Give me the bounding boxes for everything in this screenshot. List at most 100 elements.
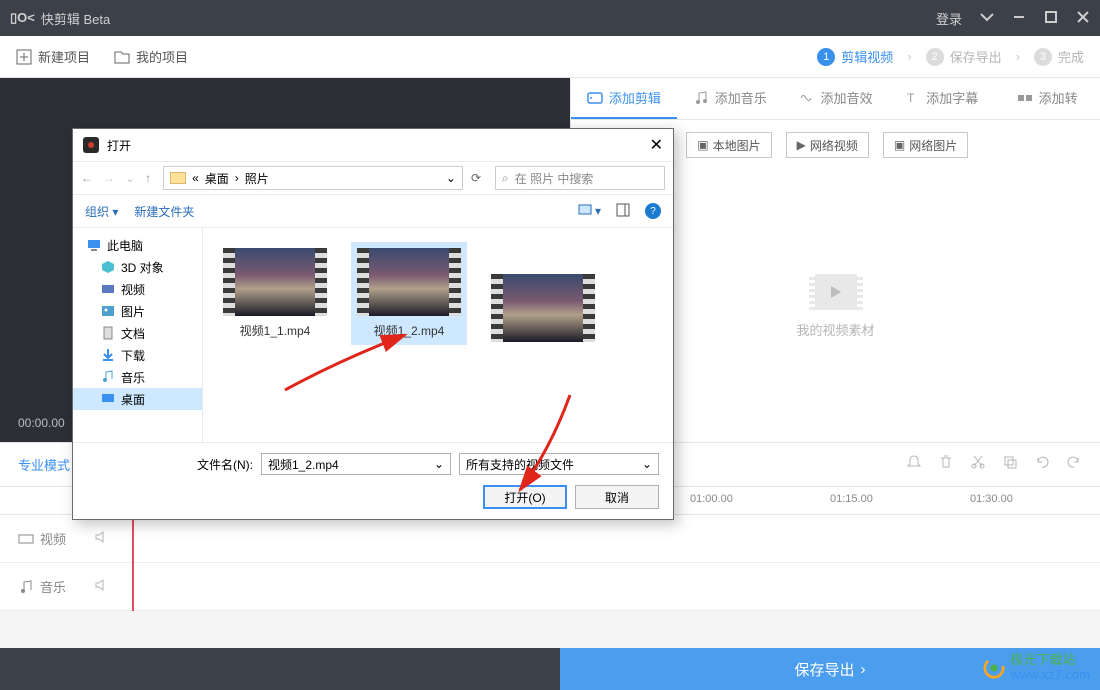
breadcrumb-path[interactable]: « 桌面 › 照片 ⌄	[163, 166, 463, 190]
playhead[interactable]	[132, 515, 134, 611]
menu-icon[interactable]	[980, 10, 994, 27]
new-project-button[interactable]: 新建项目	[16, 47, 90, 66]
tab-add-sfx[interactable]: 添加音效	[783, 78, 889, 119]
file-open-dialog: 打开 ✕ ← → ⌄ ↑ « 桌面 › 照片 ⌄ ⟳ ⌕ 在 照片 中搜索 组织…	[72, 128, 674, 520]
search-placeholder: 在 照片 中搜索	[515, 170, 594, 187]
nav-arrows: ← → ⌄ ↑	[81, 171, 151, 185]
file-item[interactable]: 视频1_1.mp4	[217, 242, 333, 345]
cancel-button[interactable]: 取消	[575, 485, 659, 509]
dialog-nav: ← → ⌄ ↑ « 桌面 › 照片 ⌄ ⟳ ⌕ 在 照片 中搜索	[73, 161, 673, 195]
file-item[interactable]	[485, 242, 601, 328]
maximize-icon[interactable]	[1044, 10, 1058, 27]
volume-icon[interactable]	[94, 529, 110, 548]
sidebar-videos[interactable]: 视频	[73, 278, 202, 300]
file-thumbnail	[223, 248, 327, 316]
view-mode-menu[interactable]: ▾	[577, 203, 601, 219]
sidebar-pc[interactable]: 此电脑	[73, 234, 202, 256]
new-project-label: 新建项目	[38, 47, 90, 66]
sidebar-downloads[interactable]: 下载	[73, 344, 202, 366]
subtab-web-video[interactable]: ▶网络视频	[786, 132, 869, 158]
panel-tabs: 添加剪辑 添加音乐 添加音效 T 添加字幕 添加转	[571, 78, 1100, 120]
tab-add-clip[interactable]: 添加剪辑	[571, 78, 677, 119]
folder-icon	[170, 172, 186, 184]
watermark-icon	[983, 657, 1005, 679]
savebar-left	[0, 648, 560, 690]
svg-text:T: T	[907, 91, 915, 105]
forward-icon[interactable]: →	[103, 171, 115, 185]
wizard-step-3[interactable]: 3 完成	[1034, 47, 1084, 66]
dialog-close-icon[interactable]: ✕	[650, 135, 663, 155]
dialog-sidebar: 此电脑 3D 对象 视频 图片 文档 下载	[73, 228, 203, 442]
dialog-search[interactable]: ⌕ 在 照片 中搜索	[495, 166, 665, 190]
organize-menu[interactable]: 组织 ▾	[85, 203, 118, 220]
new-folder-button[interactable]: 新建文件夹	[134, 203, 194, 220]
app-logo: ▯O< 快剪辑 Beta	[10, 9, 110, 28]
chevron-right-icon: ›	[907, 49, 911, 64]
login-link[interactable]: 登录	[936, 9, 962, 28]
wizard-steps: 1 剪辑视频 › 2 保存导出 › 3 完成	[817, 47, 1084, 66]
file-thumbnail	[491, 274, 595, 342]
ruler-mark: 01:15.00	[830, 493, 873, 505]
watermark: 极光下载站 www.xz7.com	[983, 653, 1090, 682]
track-music[interactable]: 音乐	[0, 563, 1100, 611]
recent-icon[interactable]: ⌄	[125, 171, 135, 185]
filename-input[interactable]: 视频1_2.mp4⌄	[261, 453, 451, 475]
wizard-step-2[interactable]: 2 保存导出	[926, 47, 1002, 66]
file-item-selected[interactable]: 视频1_2.mp4	[351, 242, 467, 345]
volume-icon[interactable]	[94, 577, 110, 596]
top-toolbar: 新建项目 我的项目 1 剪辑视频 › 2 保存导出 › 3 完成	[0, 36, 1100, 78]
logo-icon: ▯O<	[10, 10, 35, 26]
my-projects-label: 我的项目	[136, 47, 188, 66]
cut-icon[interactable]	[970, 454, 986, 475]
subtab-local-image[interactable]: ▣本地图片	[686, 132, 771, 158]
film-placeholder-icon	[815, 274, 857, 310]
ruler-mark: 01:30.00	[970, 493, 1013, 505]
preview-pane-icon[interactable]	[615, 202, 631, 221]
filetype-filter[interactable]: 所有支持的视频文件⌄	[459, 453, 659, 475]
copy-icon[interactable]	[1002, 454, 1018, 475]
dialog-title: 打开	[107, 137, 131, 154]
dialog-app-icon	[83, 137, 99, 153]
undo-icon[interactable]	[1034, 454, 1050, 475]
my-projects-button[interactable]: 我的项目	[114, 47, 188, 66]
sidebar-docs[interactable]: 文档	[73, 322, 202, 344]
subtab-web-image[interactable]: ▣网络图片	[883, 132, 968, 158]
refresh-icon[interactable]: ⟳	[471, 171, 481, 185]
dialog-titlebar: 打开 ✕	[73, 129, 673, 161]
dialog-file-grid[interactable]: 视频1_1.mp4 视频1_2.mp4	[203, 228, 673, 442]
tab-add-subtitle[interactable]: T 添加字幕	[888, 78, 994, 119]
close-icon[interactable]	[1076, 10, 1090, 27]
save-bar: 保存导出 ›	[0, 648, 1100, 690]
empty-label: 我的视频素材	[796, 320, 874, 339]
help-icon[interactable]: ?	[645, 203, 661, 219]
tab-add-transition[interactable]: 添加转	[994, 78, 1100, 119]
app-name: 快剪辑 Beta	[41, 9, 110, 28]
sidebar-desktop[interactable]: 桌面	[73, 388, 202, 410]
sidebar-3d[interactable]: 3D 对象	[73, 256, 202, 278]
timeline-tracks: 视频 音乐	[0, 515, 1100, 611]
preview-time: 00:00.00	[18, 416, 65, 430]
wizard-step-1[interactable]: 1 剪辑视频	[817, 47, 893, 66]
sidebar-music[interactable]: 音乐	[73, 366, 202, 388]
titlebar: ▯O< 快剪辑 Beta 登录	[0, 0, 1100, 36]
bell-icon[interactable]	[906, 454, 922, 475]
file-thumbnail	[357, 248, 461, 316]
search-icon: ⌕	[502, 171, 509, 186]
editor-tools	[906, 454, 1082, 475]
dialog-body: 此电脑 3D 对象 视频 图片 文档 下载	[73, 227, 673, 442]
redo-icon[interactable]	[1066, 454, 1082, 475]
chevron-right-icon: ›	[1016, 49, 1020, 64]
minimize-icon[interactable]	[1012, 10, 1026, 27]
up-icon[interactable]: ↑	[145, 171, 151, 185]
dialog-bottom: 文件名(N): 视频1_2.mp4⌄ 所有支持的视频文件⌄ 打开(O) 取消	[73, 442, 673, 519]
filename-label: 文件名(N):	[197, 456, 253, 473]
chevron-right-icon: ›	[861, 661, 866, 678]
dialog-toolbar: 组织 ▾ 新建文件夹 ▾ ?	[73, 195, 673, 227]
ruler-mark: 01:00.00	[690, 493, 733, 505]
sidebar-images[interactable]: 图片	[73, 300, 202, 322]
tab-add-music[interactable]: 添加音乐	[677, 78, 783, 119]
track-video[interactable]: 视频	[0, 515, 1100, 563]
open-button[interactable]: 打开(O)	[483, 485, 567, 509]
trash-icon[interactable]	[938, 454, 954, 475]
back-icon[interactable]: ←	[81, 171, 93, 185]
